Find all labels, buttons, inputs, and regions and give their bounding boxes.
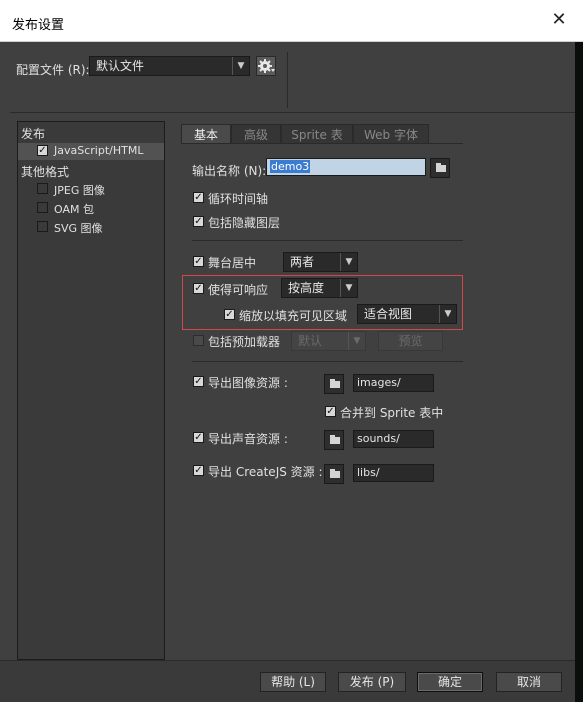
scale-to-fill-value: 适合视图 (364, 307, 413, 321)
export-images-checkbox[interactable]: ✓ (193, 376, 204, 387)
tab-advanced[interactable]: 高级 (231, 124, 281, 144)
preview-button[interactable]: 预览 (378, 331, 443, 351)
make-responsive-label: 使得可响应 (208, 283, 269, 297)
javascript-html-checkbox[interactable]: ✓ (37, 145, 48, 156)
tab-bar: 基本 高级 Sprite 表 Web 字体 (181, 124, 463, 144)
jpeg-checkbox[interactable] (37, 183, 48, 194)
include-hidden-layers-checkbox[interactable]: ✓ (193, 216, 204, 227)
window-title: 发布设置 (12, 18, 65, 33)
combine-sprite-checkbox[interactable]: ✓ (325, 406, 336, 417)
output-folder-button[interactable] (430, 158, 450, 178)
center-stage-label: 舞台居中 (208, 256, 257, 270)
images-path-value: images/ (357, 376, 401, 389)
oam-checkbox[interactable] (37, 202, 48, 213)
close-icon[interactable]: ✕ (549, 10, 569, 30)
libs-path-value: libs/ (357, 466, 380, 479)
gear-icon (258, 59, 275, 73)
include-hidden-layers-label: 包括隐藏图层 (208, 216, 281, 230)
tab-sprite-sheet[interactable]: Sprite 表 (281, 124, 353, 144)
output-name-value: demo3 (270, 160, 311, 173)
publish-button[interactable]: 发布 (P) (338, 672, 406, 692)
tab-web-fonts[interactable]: Web 字体 (353, 124, 429, 144)
cancel-button[interactable]: 取消 (496, 672, 562, 692)
export-sounds-checkbox[interactable]: ✓ (193, 432, 204, 443)
chevron-down-icon: ▼ (348, 332, 365, 350)
divider (10, 112, 575, 113)
images-path-field[interactable]: images/ (353, 374, 434, 392)
center-stage-checkbox[interactable]: ✓ (193, 256, 204, 267)
tree-item-jpeg[interactable]: JPEG 图像 (54, 182, 105, 198)
sounds-folder-button[interactable] (324, 430, 344, 450)
scale-to-fill-checkbox[interactable]: ✓ (224, 309, 235, 320)
loop-timeline-checkbox[interactable]: ✓ (193, 192, 204, 203)
chevron-down-icon: ▼ (340, 253, 357, 271)
responsive-value: 按高度 (288, 281, 325, 295)
libs-path-field[interactable]: libs/ (353, 464, 434, 482)
combine-sprite-label: 合并到 Sprite 表中 (340, 406, 444, 420)
createjs-folder-button[interactable] (324, 464, 344, 484)
export-createjs-label: 导出 CreateJS 资源 : (208, 465, 323, 479)
export-sounds-label: 导出声音资源 : (208, 432, 288, 446)
sounds-path-field[interactable]: sounds/ (353, 430, 434, 448)
tree-group-other-formats: 其他格式 (21, 165, 70, 179)
preloader-value: 默认 (298, 334, 323, 348)
divider (192, 240, 463, 241)
sounds-path-value: sounds/ (357, 432, 400, 445)
loop-timeline-label: 循环时间轴 (208, 192, 269, 206)
center-stage-value: 两者 (290, 255, 315, 269)
profile-settings-button[interactable] (256, 56, 276, 76)
include-preloader-checkbox[interactable] (193, 335, 204, 346)
responsive-dropdown[interactable]: 按高度 ▼ (281, 278, 358, 298)
tree-item-javascript-html[interactable]: JavaScript/HTML (54, 144, 143, 157)
chevron-down-icon: ▼ (340, 279, 357, 297)
include-preloader-label: 包括预加载器 (208, 335, 281, 349)
make-responsive-checkbox[interactable]: ✓ (193, 283, 204, 294)
profile-dropdown[interactable]: 默认文件 ▼ (89, 56, 250, 76)
export-createjs-checkbox[interactable]: ✓ (193, 465, 204, 476)
export-images-label: 导出图像资源 : (208, 376, 288, 390)
ok-button[interactable]: 确定 (417, 672, 483, 692)
background-edge (575, 42, 583, 702)
divider (287, 52, 288, 108)
output-name-label: 输出名称 (N): (192, 164, 267, 178)
divider (181, 143, 463, 144)
output-name-field[interactable]: demo3 (266, 158, 426, 176)
scale-to-fill-dropdown[interactable]: 适合视图 ▼ (357, 304, 457, 324)
chevron-down-icon: ▼ (232, 57, 249, 75)
tree-item-oam[interactable]: OAM 包 (54, 201, 94, 217)
title-bar: 发布设置 ✕ (0, 0, 583, 42)
profile-value: 默认文件 (96, 59, 145, 73)
tree-group-publish: 发布 (21, 127, 46, 141)
profile-label: 配置文件 (R): (16, 63, 90, 77)
tree-item-svg[interactable]: SVG 图像 (54, 220, 103, 236)
divider (192, 361, 463, 362)
preloader-dropdown[interactable]: 默认 ▼ (291, 331, 366, 351)
chevron-down-icon: ▼ (439, 305, 456, 323)
tab-basic[interactable]: 基本 (181, 124, 231, 144)
svg-checkbox[interactable] (37, 221, 48, 232)
scale-to-fill-label: 缩放以填充可见区域 (239, 309, 348, 323)
images-folder-button[interactable] (324, 374, 344, 394)
center-stage-dropdown[interactable]: 两者 ▼ (283, 252, 358, 272)
help-button[interactable]: 帮助 (L) (260, 672, 326, 692)
